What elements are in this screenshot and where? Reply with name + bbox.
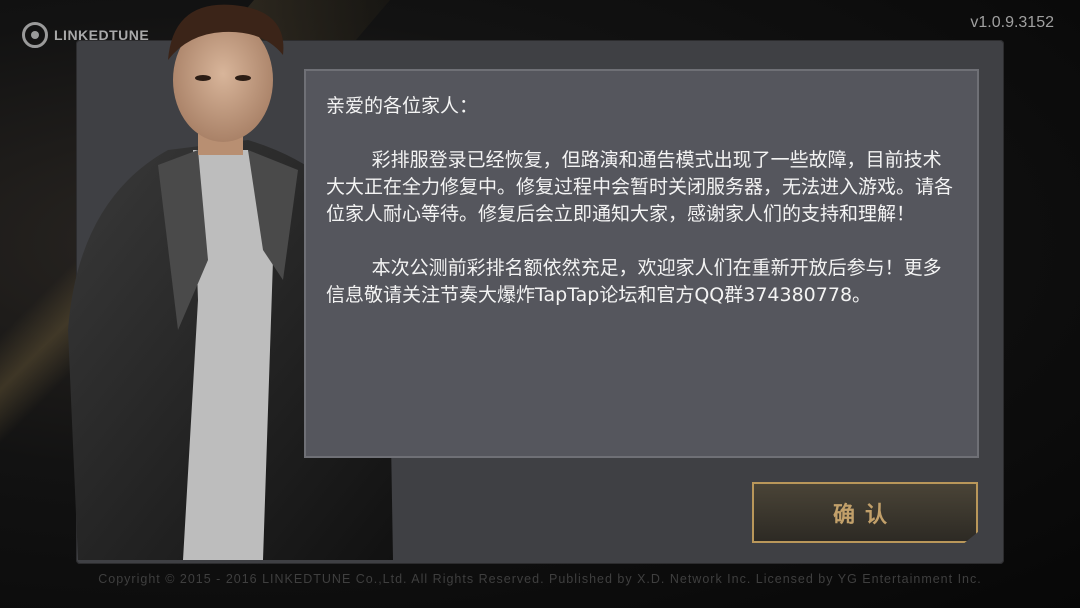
notice-greeting: 亲爱的各位家人： [326,95,479,117]
version-label: v1.0.9.3152 [970,14,1054,31]
logo-icon [22,22,48,48]
notice-paragraph: 本次公测前彩排名额依然充足，欢迎家人们在重新开放后参与！更多信息敬请关注节奏大爆… [326,257,942,306]
confirm-button[interactable]: 确认 [752,482,978,543]
notice-paragraph: 彩排服登录已经恢复，但路演和通告模式出现了一些故障，目前技术大大正在全力修复中。… [326,149,954,225]
notice-text-box: 亲爱的各位家人： 彩排服登录已经恢复，但路演和通告模式出现了一些故障，目前技术大… [304,69,979,458]
copyright-text: Copyright © 2015 - 2016 LINKEDTUNE Co.,L… [98,572,982,586]
